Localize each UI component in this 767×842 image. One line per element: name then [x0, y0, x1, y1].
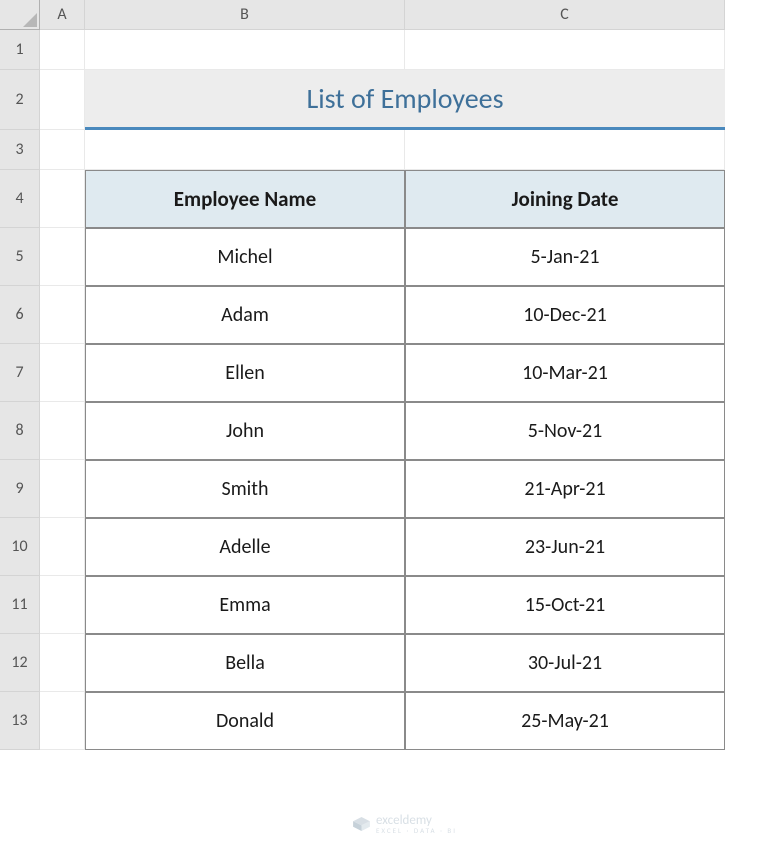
cell-A6[interactable]	[40, 286, 85, 344]
cell-name-8[interactable]: Donald	[85, 692, 405, 750]
cell-A4[interactable]	[40, 170, 85, 228]
col-header-B[interactable]: B	[85, 0, 405, 30]
row-header-1[interactable]: 1	[0, 30, 40, 70]
cell-A11[interactable]	[40, 576, 85, 634]
cell-A2[interactable]	[40, 70, 85, 130]
cell-A10[interactable]	[40, 518, 85, 576]
col-header-C[interactable]: C	[405, 0, 725, 30]
cell-A12[interactable]	[40, 634, 85, 692]
row-header-9[interactable]: 9	[0, 460, 40, 518]
row-header-13[interactable]: 13	[0, 692, 40, 750]
header-joining-date[interactable]: Joining Date	[405, 170, 725, 228]
row-header-2[interactable]: 2	[0, 70, 40, 130]
row-header-4[interactable]: 4	[0, 170, 40, 228]
cube-icon	[352, 817, 370, 831]
cell-A5[interactable]	[40, 228, 85, 286]
cell-A13[interactable]	[40, 692, 85, 750]
select-all-corner[interactable]	[0, 0, 40, 30]
cell-date-2[interactable]: 10-Mar-21	[405, 344, 725, 402]
cell-name-6[interactable]: Emma	[85, 576, 405, 634]
cell-name-4[interactable]: Smith	[85, 460, 405, 518]
cell-A1[interactable]	[40, 30, 85, 70]
cell-A9[interactable]	[40, 460, 85, 518]
cell-date-6[interactable]: 15-Oct-21	[405, 576, 725, 634]
cell-date-7[interactable]: 30-Jul-21	[405, 634, 725, 692]
row-header-12[interactable]: 12	[0, 634, 40, 692]
cell-A7[interactable]	[40, 344, 85, 402]
cell-date-8[interactable]: 25-May-21	[405, 692, 725, 750]
row-header-5[interactable]: 5	[0, 228, 40, 286]
cell-name-5[interactable]: Adelle	[85, 518, 405, 576]
cell-name-1[interactable]: Adam	[85, 286, 405, 344]
row-header-3[interactable]: 3	[0, 130, 40, 170]
watermark: exceldemy EXCEL · DATA · BI	[352, 814, 457, 834]
col-header-A[interactable]: A	[40, 0, 85, 30]
watermark-tag: EXCEL · DATA · BI	[376, 827, 457, 834]
cell-name-7[interactable]: Bella	[85, 634, 405, 692]
cell-C1[interactable]	[405, 30, 725, 70]
cell-name-2[interactable]: Ellen	[85, 344, 405, 402]
row-header-7[interactable]: 7	[0, 344, 40, 402]
row-header-11[interactable]: 11	[0, 576, 40, 634]
cell-B3[interactable]	[85, 130, 405, 170]
row-header-8[interactable]: 8	[0, 402, 40, 460]
cell-B1[interactable]	[85, 30, 405, 70]
cell-name-3[interactable]: John	[85, 402, 405, 460]
cell-date-1[interactable]: 10-Dec-21	[405, 286, 725, 344]
cell-A3[interactable]	[40, 130, 85, 170]
title-cell[interactable]: List of Employees	[85, 70, 725, 130]
header-employee-name[interactable]: Employee Name	[85, 170, 405, 228]
cell-date-0[interactable]: 5-Jan-21	[405, 228, 725, 286]
cell-C3[interactable]	[405, 130, 725, 170]
cell-A8[interactable]	[40, 402, 85, 460]
cell-date-5[interactable]: 23-Jun-21	[405, 518, 725, 576]
spreadsheet-grid: A B C 1 2 List of Employees 3 4 Employee…	[0, 0, 767, 750]
cell-date-3[interactable]: 5-Nov-21	[405, 402, 725, 460]
cell-name-0[interactable]: Michel	[85, 228, 405, 286]
row-header-10[interactable]: 10	[0, 518, 40, 576]
row-header-6[interactable]: 6	[0, 286, 40, 344]
cell-date-4[interactable]: 21-Apr-21	[405, 460, 725, 518]
